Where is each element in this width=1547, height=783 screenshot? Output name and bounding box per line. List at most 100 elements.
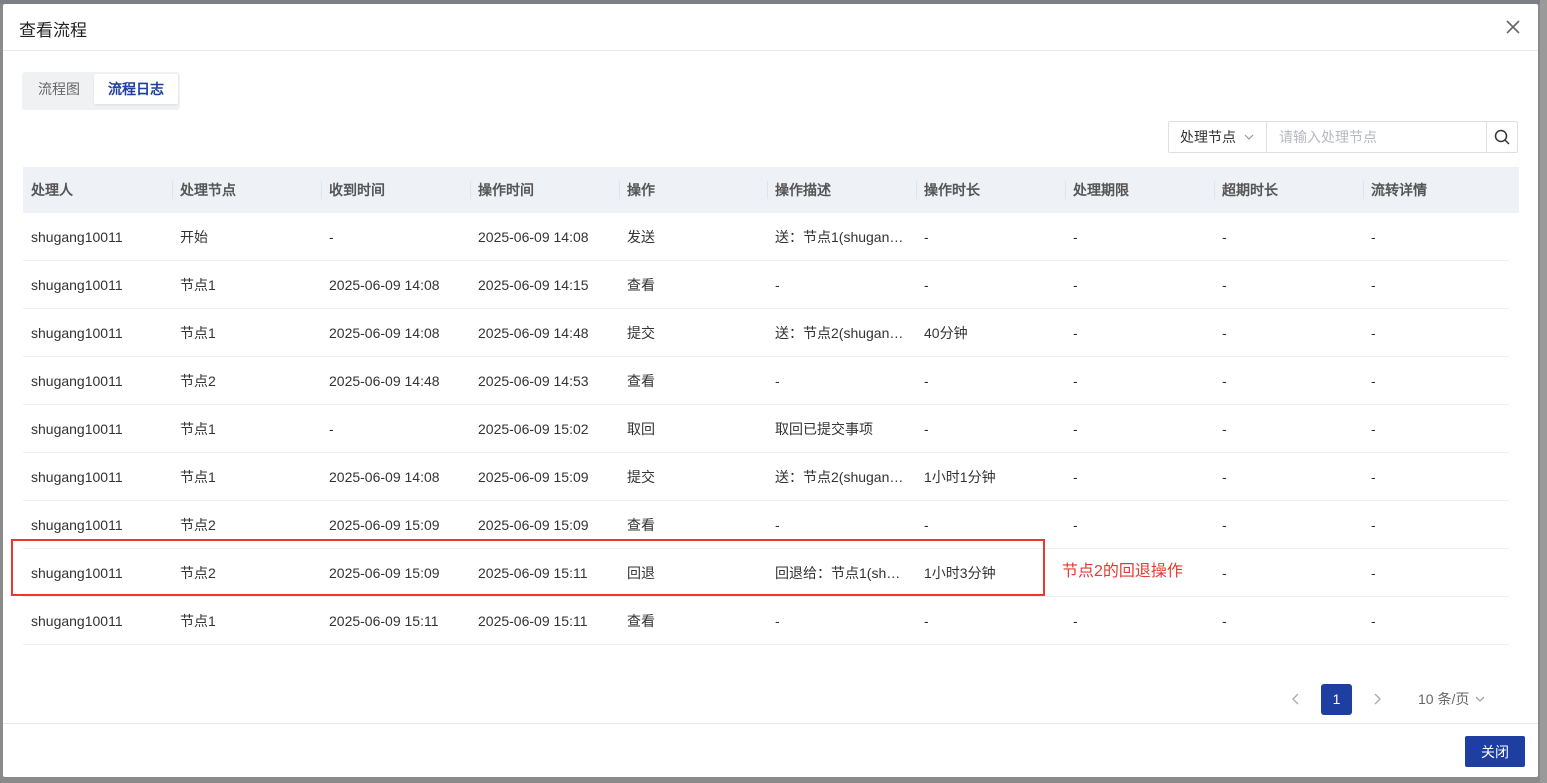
next-page-icon[interactable] xyxy=(1364,683,1390,715)
table-cell: - xyxy=(1222,324,1227,341)
table-cell: 2025-06-09 15:09 xyxy=(478,468,589,485)
modal-footer: 关闭 xyxy=(3,723,1538,777)
table-cell: 节点1 xyxy=(180,468,216,485)
table-cell: 取回已提交事项 xyxy=(775,420,873,437)
table-row: shugang10011 节点2 2025-06-09 15:09 2025-06-0… xyxy=(23,501,1509,549)
column-header: 流转详情 xyxy=(1363,167,1509,213)
modal-header: 查看流程 xyxy=(3,4,1538,51)
table-cell: - xyxy=(775,612,780,629)
column-header: 处理节点 xyxy=(172,167,321,213)
table-cell: 2025-06-09 15:09 xyxy=(478,516,589,533)
table-cell: 取回 xyxy=(627,420,655,437)
table-cell: 查看 xyxy=(627,372,655,389)
table-cell: - xyxy=(924,516,929,533)
table-cell: 查看 xyxy=(627,612,655,629)
table-cell: - xyxy=(1222,228,1227,245)
table-cell: - xyxy=(1371,324,1376,341)
table-cell: 送：节点2(shugan… xyxy=(775,324,904,341)
table-row: shugang10011 节点1 2025-06-09 14:08 2025-06-0… xyxy=(23,261,1509,309)
table-cell: 开始 xyxy=(180,228,208,245)
table-cell: 2025-06-09 14:48 xyxy=(478,324,589,341)
table-cell: - xyxy=(329,228,334,245)
table-cell: 2025-06-09 15:11 xyxy=(329,612,439,629)
table-cell: shugang10011 xyxy=(31,276,123,293)
table-cell: 40分钟 xyxy=(924,324,968,341)
table-cell: 查看 xyxy=(627,276,655,293)
column-header: 操作时间 xyxy=(470,167,619,213)
table-cell: - xyxy=(1371,516,1376,533)
table-cell: 查看 xyxy=(627,516,655,533)
table-cell: - xyxy=(1222,564,1227,581)
pagination: 1 10 条/页 xyxy=(1283,683,1485,715)
table-cell: 节点2 xyxy=(180,564,216,581)
table-row: shugang10011 节点2 2025-06-09 15:09 2025-06-0… xyxy=(23,549,1509,597)
table-cell: - xyxy=(1073,612,1078,629)
table-cell: 2025-06-09 14:08 xyxy=(329,276,440,293)
tab-flowchart[interactable]: 流程图 xyxy=(24,74,94,104)
annotation-text: 节点2的回退操作 xyxy=(1062,563,1183,580)
table-cell: 回退 xyxy=(627,564,655,581)
table-cell: - xyxy=(1222,372,1227,389)
table-cell: 2025-06-09 14:08 xyxy=(478,228,589,245)
table-cell: - xyxy=(1073,372,1078,389)
column-header: 处理期限 xyxy=(1065,167,1214,213)
table-cell: - xyxy=(1371,564,1376,581)
table-cell: shugang10011 xyxy=(31,516,123,533)
table-cell: - xyxy=(1371,228,1376,245)
table-cell: shugang10011 xyxy=(31,372,123,389)
table-cell: - xyxy=(1371,420,1376,437)
table-cell: - xyxy=(775,372,780,389)
table-cell: - xyxy=(775,516,780,533)
table-cell: - xyxy=(1222,276,1227,293)
table-cell: 节点2 xyxy=(180,372,216,389)
table-cell: - xyxy=(924,372,929,389)
table-cell: 2025-06-09 15:09 xyxy=(329,564,440,581)
table-cell: - xyxy=(1073,468,1078,485)
table-cell: 2025-06-09 14:08 xyxy=(329,468,440,485)
backdrop-edge xyxy=(1540,0,1547,783)
table-cell: 回退给：节点1(sh… xyxy=(775,564,901,581)
table-cell: - xyxy=(329,420,334,437)
table-cell: shugang10011 xyxy=(31,564,123,581)
table-cell: - xyxy=(1222,420,1227,437)
table-cell: 发送 xyxy=(627,228,655,245)
column-header: 处理人 xyxy=(31,182,73,198)
search-field-select[interactable]: 处理节点 xyxy=(1169,122,1267,152)
table-cell: - xyxy=(1222,516,1227,533)
table-cell: - xyxy=(1073,228,1078,245)
search-input[interactable] xyxy=(1267,122,1486,152)
table-cell: shugang10011 xyxy=(31,420,123,437)
search-icon[interactable] xyxy=(1486,122,1517,152)
table-cell: shugang10011 xyxy=(31,468,123,485)
page-number[interactable]: 1 xyxy=(1321,683,1352,715)
search-field-select-value: 处理节点 xyxy=(1180,129,1236,145)
table-cell: - xyxy=(775,276,780,293)
table-cell: - xyxy=(1371,372,1376,389)
close-icon[interactable] xyxy=(1504,18,1522,36)
table-cell: shugang10011 xyxy=(31,324,123,341)
table-cell: 2025-06-09 15:09 xyxy=(329,516,440,533)
table-cell: - xyxy=(924,612,929,629)
page-size-select[interactable]: 10 条/页 xyxy=(1418,689,1485,709)
table-cell: 节点1 xyxy=(180,324,216,341)
table-header: 处理人 处理节点 收到时间 操作时间 操作 操作描述 操作时长 处理期限 超期时… xyxy=(23,167,1519,213)
table-cell: 提交 xyxy=(627,468,655,485)
table-row: shugang10011 节点1 - 2025-06-09 15:02 取回 取回已提交事… xyxy=(23,405,1509,453)
chevron-down-icon xyxy=(1475,691,1485,707)
prev-page-icon[interactable] xyxy=(1283,683,1309,715)
table-cell: 2025-06-09 14:08 xyxy=(329,324,440,341)
column-header: 操作时长 xyxy=(916,167,1065,213)
table-cell: 节点1 xyxy=(180,276,216,293)
table-cell: - xyxy=(1073,276,1078,293)
table-cell: - xyxy=(1371,468,1376,485)
table-cell: - xyxy=(1371,612,1376,629)
table-cell: - xyxy=(1073,324,1078,341)
tab-process-log[interactable]: 流程日志 xyxy=(94,74,178,104)
close-button[interactable]: 关闭 xyxy=(1465,736,1525,767)
table-body: shugang10011 开始 - 2025-06-09 14:08 发送 送：节点1(s… xyxy=(23,213,1519,645)
table-cell: 2025-06-09 14:53 xyxy=(478,372,589,389)
table-cell: 1小时1分钟 xyxy=(924,468,996,485)
table-cell: - xyxy=(1222,468,1227,485)
table-cell: - xyxy=(1073,420,1078,437)
table-cell: 2025-06-09 14:48 xyxy=(329,372,440,389)
